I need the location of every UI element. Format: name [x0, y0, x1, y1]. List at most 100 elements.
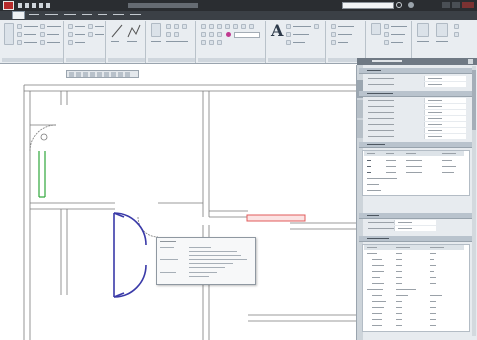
- palette-section-4-header[interactable]: [359, 236, 472, 242]
- search-input[interactable]: [342, 2, 394, 9]
- tab-6[interactable]: [112, 11, 126, 19]
- tool-icon[interactable]: [88, 32, 93, 37]
- tab-0[interactable]: [12, 11, 25, 19]
- property-row[interactable]: [366, 76, 468, 81]
- tool-icon[interactable]: [286, 24, 291, 29]
- tool-icon[interactable]: [384, 40, 389, 45]
- table-row[interactable]: [364, 293, 464, 298]
- tool-icon[interactable]: [17, 32, 22, 37]
- app-logo-icon[interactable]: [3, 1, 14, 10]
- tool-icon[interactable]: [454, 32, 459, 37]
- table-row[interactable]: [364, 263, 464, 268]
- tool-icon[interactable]: [40, 40, 45, 45]
- help-icon[interactable]: [408, 2, 414, 8]
- table-row[interactable]: [364, 317, 464, 322]
- table-row[interactable]: [364, 305, 464, 310]
- tool-icon[interactable]: [166, 32, 171, 37]
- tool-icon[interactable]: [454, 24, 459, 29]
- table-row[interactable]: [364, 164, 464, 169]
- palette-scrollbar[interactable]: [472, 66, 476, 336]
- tool-icon[interactable]: [286, 32, 291, 37]
- tool-icon[interactable]: [241, 24, 246, 29]
- tool-icon[interactable]: [233, 24, 238, 29]
- tool-icon[interactable]: [88, 24, 93, 29]
- polyline-tool-icon[interactable]: [127, 24, 141, 38]
- table-row[interactable]: [364, 158, 464, 163]
- table-row[interactable]: [364, 257, 464, 262]
- line-tool-icon[interactable]: [111, 24, 123, 38]
- large-tool-button[interactable]: [436, 23, 448, 37]
- property-row[interactable]: [366, 128, 468, 133]
- tool-icon[interactable]: [384, 32, 389, 37]
- tool-icon[interactable]: [209, 24, 214, 29]
- tool-icon[interactable]: [68, 24, 73, 29]
- palette-section-1-header[interactable]: [359, 91, 472, 97]
- tool-icon[interactable]: [217, 40, 222, 45]
- property-row[interactable]: [366, 226, 468, 231]
- search-icon[interactable]: [396, 2, 402, 8]
- table-row[interactable]: [364, 251, 464, 256]
- tab-5[interactable]: [97, 11, 109, 19]
- large-tool-button[interactable]: [371, 23, 381, 35]
- tab-4[interactable]: [81, 11, 94, 19]
- tool-icon[interactable]: [166, 24, 171, 29]
- property-row[interactable]: [366, 82, 468, 87]
- tab-2[interactable]: [44, 11, 60, 19]
- palette-close-icon[interactable]: [468, 59, 473, 64]
- tool-icon[interactable]: [209, 40, 214, 45]
- tool-icon[interactable]: [182, 24, 187, 29]
- property-row[interactable]: [366, 134, 468, 139]
- new-icon[interactable]: [18, 3, 22, 8]
- property-row[interactable]: [366, 122, 468, 127]
- undo-icon[interactable]: [39, 3, 43, 8]
- close-button[interactable]: [462, 2, 474, 8]
- property-row[interactable]: [366, 104, 468, 109]
- tool-icon[interactable]: [201, 32, 206, 37]
- table-row[interactable]: [364, 281, 464, 286]
- property-row[interactable]: [366, 116, 468, 121]
- property-row[interactable]: [366, 220, 468, 225]
- property-row[interactable]: [366, 98, 468, 103]
- table-row[interactable]: [364, 287, 464, 292]
- text-tool-icon[interactable]: A: [271, 23, 283, 39]
- table-row[interactable]: [364, 188, 464, 193]
- tool-icon[interactable]: [201, 24, 206, 29]
- tool-icon[interactable]: [174, 32, 179, 37]
- tool-icon[interactable]: [225, 24, 230, 29]
- side-tab-2[interactable]: [357, 120, 363, 138]
- palette-section-0-header[interactable]: [359, 68, 472, 74]
- tool-icon[interactable]: [68, 40, 73, 45]
- large-tool-button[interactable]: [417, 23, 429, 37]
- tab-1[interactable]: [28, 11, 41, 19]
- palette-section-3-header[interactable]: [359, 213, 472, 219]
- tab-7[interactable]: [129, 11, 143, 19]
- table-row[interactable]: [364, 170, 464, 175]
- table-row[interactable]: [364, 323, 464, 328]
- drawing-canvas[interactable]: [0, 65, 357, 340]
- side-tab-1[interactable]: [357, 100, 363, 118]
- property-row[interactable]: [366, 110, 468, 115]
- minimize-button[interactable]: [442, 2, 450, 8]
- tool-icon[interactable]: [68, 32, 73, 37]
- large-tool-button[interactable]: [4, 23, 14, 45]
- tool-icon[interactable]: [331, 40, 336, 45]
- large-tool-button[interactable]: [151, 23, 161, 37]
- tool-icon[interactable]: [217, 24, 222, 29]
- tool-icon[interactable]: [40, 32, 45, 37]
- tool-icon[interactable]: [331, 24, 336, 29]
- tool-icon[interactable]: [209, 32, 214, 37]
- tool-icon[interactable]: [40, 24, 45, 29]
- scrollbar-thumb[interactable]: [472, 70, 476, 130]
- maximize-button[interactable]: [452, 2, 460, 8]
- tool-icon[interactable]: [249, 24, 254, 29]
- tool-icon[interactable]: [217, 32, 222, 37]
- table-row[interactable]: [364, 275, 464, 280]
- open-icon[interactable]: [25, 3, 29, 8]
- table-row[interactable]: [364, 311, 464, 316]
- tool-icon[interactable]: [331, 32, 336, 37]
- table-row[interactable]: [364, 299, 464, 304]
- tool-icon[interactable]: [174, 24, 179, 29]
- palette-section-2-header[interactable]: [359, 142, 472, 148]
- tool-icon[interactable]: [384, 24, 389, 29]
- layer-dropdown[interactable]: [234, 32, 260, 38]
